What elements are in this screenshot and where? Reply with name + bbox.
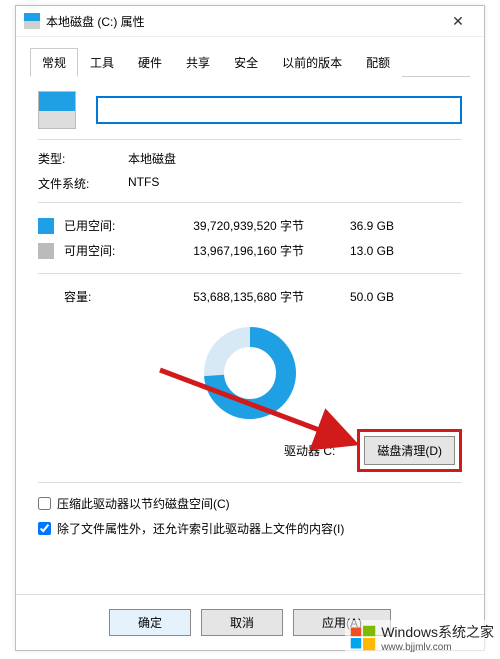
used-bytes: 39,720,939,520 字节 [144,217,324,234]
annotation-highlight: 磁盘清理(D) [357,429,462,472]
divider [38,482,462,483]
drive-label-input[interactable] [96,96,462,124]
drive-caption: 驱动器 C: [284,442,335,459]
usage-donut-chart [200,323,300,423]
used-label: 已用空间: [64,217,144,234]
ok-button[interactable]: 确定 [109,609,191,636]
capacity-bytes: 53,688,135,680 字节 [144,288,324,305]
tab-content-general: 类型: 本地磁盘 文件系统: NTFS 已用空间: 39,720,939,520… [16,77,484,537]
compress-checkbox[interactable] [38,497,51,510]
tab-general[interactable]: 常规 [30,48,78,77]
tab-sharing[interactable]: 共享 [174,48,222,77]
watermark-title: Windows系统之家 [381,624,494,640]
drive-icon [24,13,40,29]
free-gb: 13.0 GB [324,244,394,258]
compress-checkbox-row[interactable]: 压缩此驱动器以节约磁盘空间(C) [38,495,462,512]
tab-previous[interactable]: 以前的版本 [270,48,354,77]
divider [38,273,462,274]
cancel-button[interactable]: 取消 [201,609,283,636]
capacity-label: 容量: [64,288,144,305]
watermark: Windows系统之家 www.bjjmlv.com [345,620,496,655]
divider [38,202,462,203]
free-bytes: 13,967,196,160 字节 [144,242,324,259]
free-label: 可用空间: [64,242,144,259]
properties-dialog: 本地磁盘 (C:) 属性 ✕ 常规 工具 硬件 共享 安全 以前的版本 配额 类… [15,5,485,651]
table-row: 可用空间: 13,967,196,160 字节 13.0 GB [38,238,462,263]
windows-logo-icon [349,624,377,652]
filesystem-label: 文件系统: [38,175,128,192]
table-row: 已用空间: 39,720,939,520 字节 36.9 GB [38,213,462,238]
space-table: 已用空间: 39,720,939,520 字节 36.9 GB 可用空间: 13… [38,213,462,263]
index-checkbox[interactable] [38,522,51,535]
type-value: 本地磁盘 [128,150,462,167]
table-row: 容量: 53,688,135,680 字节 50.0 GB [38,284,462,309]
index-checkbox-row[interactable]: 除了文件属性外，还允许索引此驱动器上文件的内容(I) [38,520,462,537]
capacity-gb: 50.0 GB [324,290,394,304]
compress-checkbox-label: 压缩此驱动器以节约磁盘空间(C) [57,495,230,512]
titlebar[interactable]: 本地磁盘 (C:) 属性 ✕ [16,6,484,37]
type-label: 类型: [38,150,128,167]
tab-security[interactable]: 安全 [222,48,270,77]
close-icon[interactable]: ✕ [438,7,478,35]
disk-cleanup-button[interactable]: 磁盘清理(D) [364,436,455,465]
tab-quota[interactable]: 配额 [354,48,402,77]
drive-large-icon [38,91,76,129]
used-swatch-icon [38,218,54,234]
tab-hardware[interactable]: 硬件 [126,48,174,77]
window-title: 本地磁盘 (C:) 属性 [46,13,438,30]
tab-tools[interactable]: 工具 [78,48,126,77]
tab-strip: 常规 工具 硬件 共享 安全 以前的版本 配额 [30,47,470,77]
divider [38,139,462,140]
free-swatch-icon [38,243,54,259]
used-gb: 36.9 GB [324,219,394,233]
index-checkbox-label: 除了文件属性外，还允许索引此驱动器上文件的内容(I) [57,520,344,537]
filesystem-value: NTFS [128,175,462,192]
watermark-url: www.bjjmlv.com [381,642,494,653]
